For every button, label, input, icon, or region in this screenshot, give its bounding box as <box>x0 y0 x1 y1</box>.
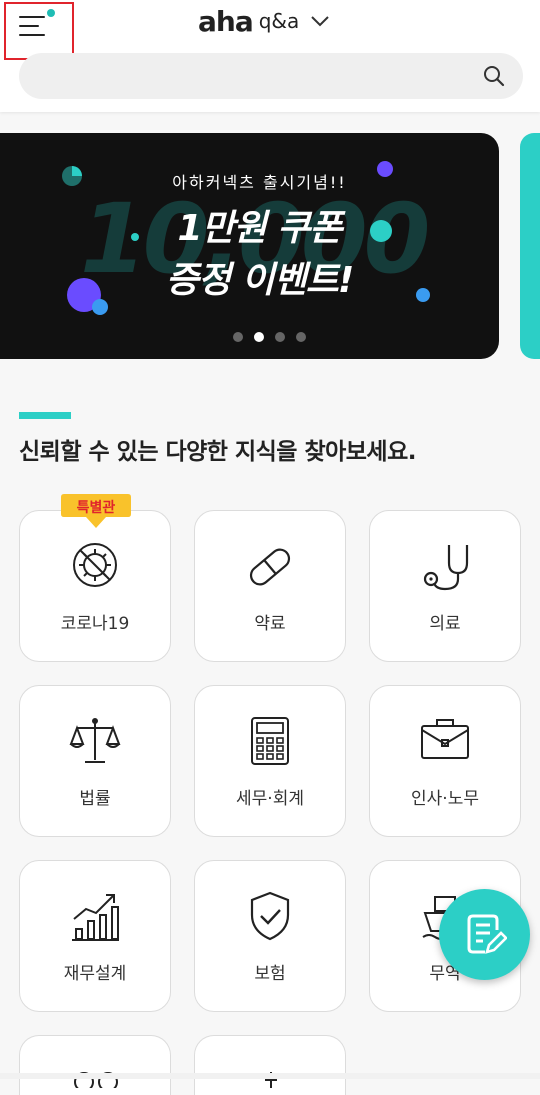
section-accent-bar <box>19 412 71 419</box>
chevron-down-icon[interactable] <box>311 15 329 27</box>
app-logo[interactable]: aha q&a <box>198 4 329 38</box>
special-badge-label: 특별관 <box>76 500 116 516</box>
pager-dot-active[interactable] <box>254 332 264 342</box>
virus-icon <box>73 543 117 587</box>
write-question-button[interactable] <box>439 889 530 980</box>
banner-pager <box>233 332 317 342</box>
category-label: 보험 <box>254 964 286 984</box>
menu-button[interactable] <box>4 2 74 60</box>
scales-icon <box>69 718 121 763</box>
section-title: 신뢰할 수 있는 다양한 지식을 찾아보세요. <box>19 439 417 465</box>
shield-check-icon <box>250 891 290 941</box>
category-label: 약료 <box>254 614 286 634</box>
pager-dot[interactable] <box>275 332 285 342</box>
category-label: 인사·노무 <box>411 789 479 809</box>
special-badge: 특별관 <box>60 492 132 530</box>
pill-icon <box>249 548 291 586</box>
category-label: 코로나19 <box>60 614 130 634</box>
category-card-pharmacy[interactable]: 약료 <box>194 510 346 662</box>
category-label: 재무설계 <box>63 964 127 984</box>
banner-title-line1: 1만원 쿠폰 <box>177 208 342 249</box>
category-card-partial[interactable] <box>194 1035 346 1095</box>
category-card-finance[interactable]: 재무설계 <box>19 860 171 1012</box>
stethoscope-icon <box>423 545 469 591</box>
write-question-icon <box>467 914 507 954</box>
calculator-icon <box>251 717 289 765</box>
hamburger-icon <box>19 16 45 43</box>
search-icon[interactable] <box>483 65 505 87</box>
category-card-hr[interactable]: 인사·노무 <box>369 685 521 837</box>
banner-title-line2: 증정 이벤트! <box>165 260 355 301</box>
category-label: 법률 <box>79 789 111 809</box>
category-card-insurance[interactable]: 보험 <box>194 860 346 1012</box>
logo-brand: aha <box>198 4 254 38</box>
category-label: 세무·회계 <box>236 789 304 809</box>
pager-dot[interactable] <box>296 332 306 342</box>
search-input[interactable] <box>19 53 523 99</box>
category-card-law[interactable]: 법률 <box>19 685 171 837</box>
next-banner-peek[interactable] <box>520 133 540 359</box>
category-card-medical[interactable]: 의료 <box>369 510 521 662</box>
category-card-partial[interactable] <box>19 1035 171 1095</box>
category-card-covid[interactable]: 코로나19 <box>19 510 171 662</box>
category-card-tax[interactable]: 세무·회계 <box>194 685 346 837</box>
banner-subtitle: 아하커넥츠 출시기념!! <box>172 173 347 192</box>
notification-dot <box>47 9 55 17</box>
category-label: 의료 <box>429 614 461 634</box>
logo-suffix: q&a <box>258 9 300 33</box>
event-banner[interactable]: 10,000 아하커넥츠 출시기념!! 1만원 쿠폰 증정 이벤트! <box>0 133 499 359</box>
bottom-edge <box>0 1073 540 1079</box>
growth-chart-icon <box>72 894 119 941</box>
pager-dot[interactable] <box>233 332 243 342</box>
briefcase-icon <box>421 719 469 759</box>
app-header: aha q&a <box>0 0 540 112</box>
